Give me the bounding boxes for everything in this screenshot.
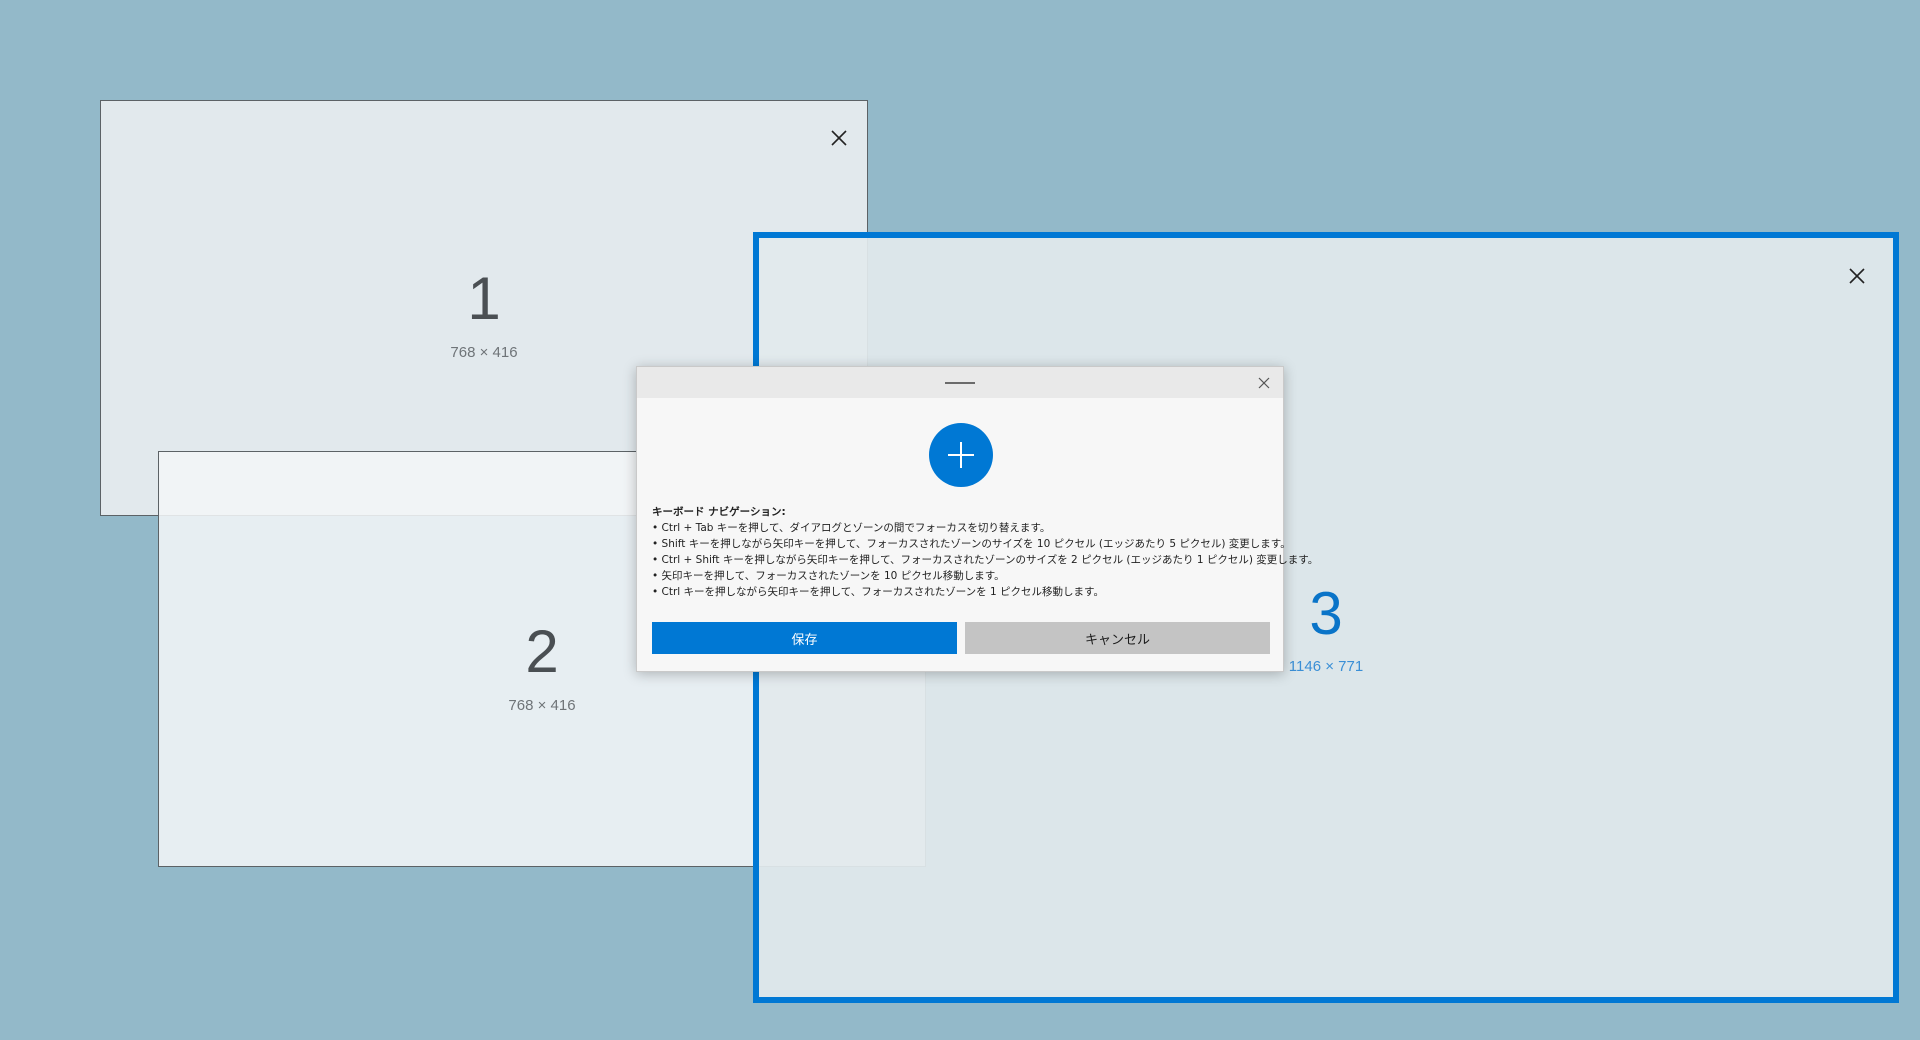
keyboard-help-item: • Ctrl + Tab キーを押して、ダイアログとゾーンの間でフォーカスを切り… <box>652 522 1051 534</box>
keyboard-help-item: • 矢印キーを押して、フォーカスされたゾーンを 10 ピクセル移動します。 <box>652 570 1005 582</box>
keyboard-help-item: • Ctrl + Shift キーを押しながら矢印キーを押して、フォーカスされた… <box>652 554 1319 566</box>
close-icon <box>1849 268 1865 284</box>
keyboard-help-list: • Ctrl + Tab キーを押して、ダイアログとゾーンの間でフォーカスを切り… <box>652 520 1319 600</box>
dialog-close-button[interactable] <box>1257 376 1271 390</box>
keyboard-help: キーボード ナビゲーション: • Ctrl + Tab キーを押して、ダイアログ… <box>652 504 1319 600</box>
add-zone-button[interactable] <box>929 423 993 487</box>
keyboard-help-item: • Shift キーを押しながら矢印キーを押して、フォーカスされたゾーンのサイズ… <box>652 538 1291 550</box>
dialog-titlebar[interactable] <box>637 367 1283 398</box>
zone-editor-dialog: キーボード ナビゲーション: • Ctrl + Tab キーを押して、ダイアログ… <box>636 366 1319 672</box>
plus-icon <box>948 442 974 468</box>
zone-3-close-button[interactable] <box>1843 262 1871 290</box>
keyboard-help-title: キーボード ナビゲーション: <box>652 506 786 518</box>
keyboard-help-item: • Ctrl キーを押しながら矢印キーを押して、フォーカスされたゾーンを 1 ピ… <box>652 586 1104 598</box>
close-icon <box>831 130 847 146</box>
cancel-button[interactable]: キャンセル <box>965 622 1270 654</box>
save-button[interactable]: 保存 <box>652 622 957 654</box>
zone-1-close-button[interactable] <box>825 124 853 152</box>
close-icon <box>1258 377 1270 389</box>
drag-handle-icon[interactable] <box>945 382 975 384</box>
